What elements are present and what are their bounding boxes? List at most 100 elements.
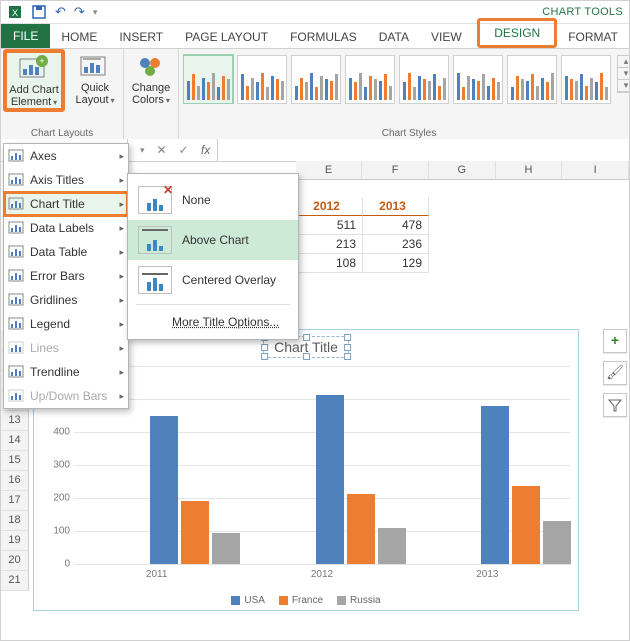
resize-handle[interactable] (261, 353, 268, 360)
tab-page-layout[interactable]: PAGE LAYOUT (174, 25, 279, 48)
save-icon[interactable] (31, 4, 47, 20)
table-row: 511 478 (297, 216, 429, 235)
chart-style-thumb[interactable] (183, 55, 233, 104)
svg-text:+: + (39, 56, 44, 66)
row-header[interactable]: 21 (1, 571, 29, 591)
redo-icon[interactable]: ↷ (74, 4, 85, 20)
menu-item-axis-titles[interactable]: Axis Titles▸ (4, 168, 128, 192)
ribbon-body: + Add Chart Element▾ Quick Layout▾ Chart… (1, 49, 629, 142)
cancel-formula-icon[interactable]: ✕ (151, 143, 173, 157)
bar-usa[interactable] (481, 406, 509, 564)
bar-russia[interactable] (212, 533, 240, 564)
bar-group[interactable] (481, 406, 571, 564)
resize-handle[interactable] (344, 334, 351, 341)
tab-home[interactable]: HOME (50, 25, 108, 48)
cell[interactable]: 213 (297, 235, 363, 254)
chart-style-thumb[interactable] (399, 55, 449, 104)
row-header[interactable]: 14 (1, 431, 29, 451)
menu-item-data-labels[interactable]: Data Labels▸ (4, 216, 128, 240)
insert-function-icon[interactable]: fx (195, 143, 217, 157)
enter-formula-icon[interactable]: ✓ (173, 143, 195, 157)
change-colors-button[interactable]: Change Colors▾ (128, 51, 174, 106)
row-header[interactable]: 13 (1, 411, 29, 431)
chart-style-thumb[interactable] (237, 55, 287, 104)
row-header[interactable]: 19 (1, 531, 29, 551)
chart-filters-button[interactable] (603, 393, 627, 417)
column-header[interactable]: I (562, 161, 629, 179)
submenu-label: Above Chart (182, 233, 249, 247)
chart-style-thumb[interactable] (453, 55, 503, 104)
row-header[interactable]: 17 (1, 491, 29, 511)
formula-input[interactable] (217, 139, 629, 161)
bar-france[interactable] (181, 501, 209, 564)
bar-group[interactable] (150, 416, 240, 565)
bar-group[interactable] (316, 395, 406, 564)
tab-data[interactable]: DATA (368, 25, 420, 48)
row-header[interactable]: 20 (1, 551, 29, 571)
menu-item-gridlines[interactable]: Gridlines▸ (4, 288, 128, 312)
bar-usa[interactable] (316, 395, 344, 564)
customize-qat-icon[interactable]: ▾ (93, 7, 98, 18)
chart-style-thumb[interactable] (507, 55, 557, 104)
undo-icon[interactable]: ↶ (55, 4, 66, 20)
cell[interactable]: 108 (297, 254, 363, 273)
resize-handle[interactable] (261, 344, 268, 351)
chart-title-centered-overlay[interactable]: Centered Overlay (128, 260, 298, 300)
tab-file[interactable]: FILE (1, 24, 50, 48)
column-header[interactable]: E (296, 161, 363, 179)
add-chart-element-button[interactable]: + Add Chart Element▾ (7, 53, 61, 108)
menu-item-error-bars[interactable]: Error Bars▸ (4, 264, 128, 288)
chart-style-thumb[interactable] (561, 55, 611, 104)
row-header[interactable]: 15 (1, 451, 29, 471)
bar-russia[interactable] (378, 528, 406, 564)
bar-usa[interactable] (150, 416, 178, 565)
legend-item[interactable]: France (279, 595, 323, 606)
chart-title-above-chart[interactable]: Above Chart (128, 220, 298, 260)
tab-design[interactable]: DESIGN (488, 23, 546, 43)
resize-handle[interactable] (344, 344, 351, 351)
column-header[interactable]: G (429, 161, 496, 179)
chart-styles-button[interactable]: 🖌 (603, 361, 627, 385)
menu-label: Data Labels (30, 221, 115, 235)
namebox-dropdown-icon[interactable]: ▾ (134, 145, 151, 156)
quick-layout-label: Quick Layout (75, 82, 109, 106)
menu-item-data-table[interactable]: Data Table▸ (4, 240, 128, 264)
chart-style-thumb[interactable] (291, 55, 341, 104)
cell[interactable]: 511 (297, 216, 363, 235)
cell[interactable]: 478 (363, 216, 429, 235)
chart-style-thumb[interactable] (345, 55, 395, 104)
tab-view[interactable]: VIEW (420, 25, 473, 48)
menu-item-chart-title[interactable]: Chart Title▸ (4, 192, 128, 216)
tab-insert[interactable]: INSERT (108, 25, 174, 48)
menu-item-legend[interactable]: Legend▸ (4, 312, 128, 336)
chart-title-more-options[interactable]: More Title Options... (128, 309, 298, 333)
menu-item-lines: Lines▸ (4, 336, 128, 360)
cell[interactable]: 236 (363, 235, 429, 254)
chart-styles-scroll[interactable]: ▴▾▾ (617, 55, 630, 93)
row-header[interactable]: 16 (1, 471, 29, 491)
bar-france[interactable] (512, 486, 540, 564)
quick-layout-button[interactable]: Quick Layout▾ (71, 51, 119, 106)
tab-formulas[interactable]: FORMULAS (279, 25, 368, 48)
column-header[interactable]: H (496, 161, 563, 179)
tab-format[interactable]: FORMAT (557, 25, 629, 48)
chart-title-none[interactable]: ✕ None (128, 180, 298, 220)
legend-item[interactable]: USA (231, 595, 265, 606)
chart-elements-button[interactable]: + (603, 329, 627, 353)
chart-legend[interactable]: USA France Russia (34, 595, 578, 606)
bar-france[interactable] (347, 494, 375, 564)
menu-item-axes[interactable]: Axes▸ (4, 144, 128, 168)
chart-plot-area[interactable] (74, 366, 570, 564)
cell[interactable]: 129 (363, 254, 429, 273)
legend-item[interactable]: Russia (337, 595, 381, 606)
submenu-arrow-icon: ▸ (119, 199, 124, 210)
cell-header[interactable]: 2013 (363, 197, 429, 216)
menu-item-trendline[interactable]: Trendline▸ (4, 360, 128, 384)
cell-header[interactable]: 2012 (297, 197, 363, 216)
resize-handle[interactable] (303, 353, 310, 360)
column-header[interactable]: F (362, 161, 429, 179)
row-header[interactable]: 18 (1, 511, 29, 531)
resize-handle[interactable] (303, 334, 310, 341)
bar-russia[interactable] (543, 521, 571, 564)
resize-handle[interactable] (344, 353, 351, 360)
